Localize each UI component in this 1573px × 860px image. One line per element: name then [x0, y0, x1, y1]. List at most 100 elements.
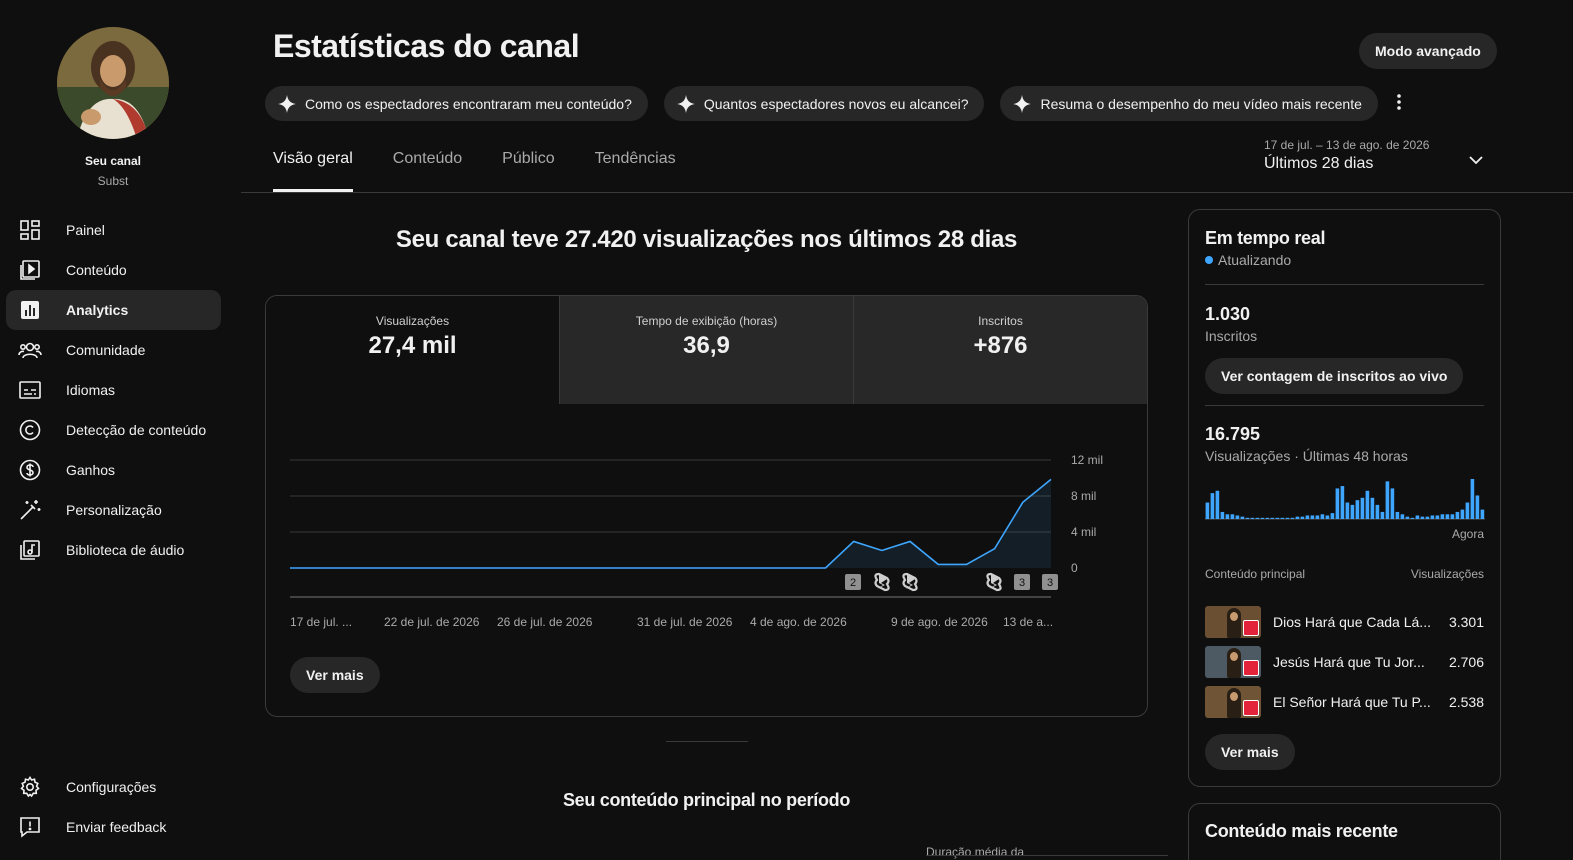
metric-views[interactable]: Visualizações 27,4 mil	[266, 296, 559, 404]
sidebar-item-deteccao[interactable]: Detecção de conteúdo	[6, 410, 221, 450]
tab-tendencias[interactable]: Tendências	[595, 150, 676, 192]
realtime-top-content: Dios Hará que Cada Lá... 3.301 Jesús Har…	[1205, 602, 1484, 722]
realtime-bar	[1265, 517, 1270, 519]
metric-subscribers[interactable]: Inscritos +876	[853, 296, 1147, 404]
realtime-bar	[1280, 517, 1285, 519]
realtime-bar	[1225, 514, 1230, 519]
feedback-icon	[18, 815, 42, 839]
shorts-marker-icon	[986, 572, 1002, 592]
date-range-text: 17 de jul. – 13 de ago. de 2026	[1264, 138, 1430, 152]
x-tick-label: 26 de jul. de 2026	[497, 615, 593, 629]
suggestion-chip[interactable]: Resuma o desempenho do meu vídeo mais re…	[1000, 86, 1378, 121]
chart-svg: 0 4 mil 8 mil 12 mil 2 3 3 17 de jul. ... 22 de …	[290, 453, 1103, 629]
realtime-bar	[1470, 479, 1475, 519]
sidebar-item-biblioteca-audio[interactable]: Biblioteca de áudio	[6, 530, 221, 570]
sidebar-item-feedback[interactable]: Enviar feedback	[6, 807, 221, 847]
realtime-bar	[1415, 515, 1420, 519]
realtime-bar	[1330, 513, 1335, 519]
video-thumbnail	[1205, 646, 1261, 678]
sidebar-item-label: Enviar feedback	[66, 819, 167, 835]
see-more-button[interactable]: Ver mais	[290, 657, 380, 693]
live-subscriber-count-button[interactable]: Ver contagem de inscritos ao vivo	[1205, 358, 1464, 394]
realtime-card: Em tempo real Atualizando 1.030 Inscrito…	[1188, 209, 1501, 787]
suggestion-chip[interactable]: Como os espectadores encontraram meu con…	[265, 86, 648, 121]
metric-value: 36,9	[683, 332, 730, 359]
realtime-bar	[1295, 516, 1300, 519]
sidebar-item-comunidade[interactable]: Comunidade	[6, 330, 221, 370]
realtime-bar	[1320, 514, 1325, 519]
sidebar-item-painel[interactable]: Painel	[6, 210, 221, 250]
realtime-views-label: Visualizações · Últimas 48 horas	[1205, 448, 1408, 464]
channel-name: Seu canal	[84, 154, 142, 168]
suggestion-chip[interactable]: Quantos espectadores novos eu alcancei?	[663, 86, 985, 121]
metric-watch-time[interactable]: Tempo de exibição (horas) 36,9	[559, 296, 853, 404]
sidebar-item-configuracoes[interactable]: Configurações	[6, 767, 221, 807]
sidebar-item-ganhos[interactable]: Ganhos	[6, 450, 221, 490]
realtime-bar	[1210, 493, 1215, 519]
x-tick-label: 17 de jul. ...	[290, 615, 352, 629]
tab-conteudo[interactable]: Conteúdo	[393, 150, 462, 192]
sidebar-item-label: Ganhos	[66, 462, 116, 478]
realtime-bar-chart[interactable]	[1205, 478, 1485, 520]
x-tick-label: 4 de ago. de 2026	[750, 615, 847, 629]
sparkle-icon	[1012, 94, 1032, 114]
realtime-bar	[1250, 517, 1255, 519]
realtime-bar	[1245, 517, 1250, 519]
realtime-bar	[1420, 516, 1425, 519]
tab-publico[interactable]: Público	[502, 150, 554, 192]
list-item[interactable]: Dios Hará que Cada Lá... 3.301	[1205, 602, 1484, 642]
sidebar-item-label: Biblioteca de áudio	[66, 542, 185, 558]
sidebar-item-analytics[interactable]: Analytics	[6, 290, 221, 330]
overview-card: Visualizações 27,4 mil Tempo de exibição…	[265, 295, 1148, 717]
shorts-marker-icon	[874, 572, 890, 592]
realtime-bar	[1375, 504, 1380, 519]
content-icon	[18, 258, 42, 282]
realtime-subs-value: 1.030	[1205, 304, 1251, 324]
realtime-bar	[1290, 517, 1295, 519]
advanced-mode-button[interactable]: Modo avançado	[1359, 33, 1497, 69]
sidebar-nav: Painel Conteúdo Analytics Comunidade Idi…	[6, 210, 221, 570]
realtime-bar	[1370, 497, 1375, 519]
realtime-bar	[1430, 515, 1435, 519]
realtime-bar	[1360, 497, 1365, 519]
dollar-icon	[18, 458, 42, 482]
video-thumbnail	[1205, 686, 1261, 718]
live-dot-icon	[1205, 256, 1213, 264]
video-title: Jesús Hará que Tu Jor...	[1273, 654, 1425, 670]
recent-content-title: Conteúdo mais recente	[1205, 821, 1398, 841]
audio-library-icon	[18, 538, 42, 562]
realtime-table-header: Conteúdo principal Visualizações	[1205, 567, 1484, 581]
channel-avatar[interactable]	[57, 27, 169, 139]
list-item[interactable]: Jesús Hará que Tu Jor... 2.706	[1205, 642, 1484, 682]
event-marker-count: 3	[1047, 577, 1053, 589]
x-tick-label: 9 de ago. de 2026	[891, 615, 988, 629]
sidebar-item-idiomas[interactable]: Idiomas	[6, 370, 221, 410]
studio-analytics-page: Seu canal Subst Painel Conteúdo Analytic…	[0, 0, 1573, 860]
realtime-now-label: Agora	[1451, 527, 1484, 541]
x-tick-label: 31 de jul. de 2026	[637, 615, 733, 629]
date-range-picker[interactable]: 17 de jul. – 13 de ago. de 2026 Últimos …	[1264, 138, 1486, 173]
views-line-chart[interactable]: 0 4 mil 8 mil 12 mil 2 3 3 17 de jul. ... 22 de …	[266, 404, 1147, 634]
sidebar-item-label: Painel	[66, 222, 105, 238]
realtime-bar	[1460, 509, 1465, 519]
list-item[interactable]: El Señor Hará que Tu P... 2.538	[1205, 682, 1484, 722]
tab-visao-geral[interactable]: Visão geral	[273, 150, 353, 192]
sidebar-item-personalizacao[interactable]: Personalização	[6, 490, 221, 530]
more-vertical-icon[interactable]	[1389, 92, 1409, 112]
sidebar-item-conteudo[interactable]: Conteúdo	[6, 250, 221, 290]
realtime-see-more-button[interactable]: Ver mais	[1205, 734, 1295, 770]
chart-area-fill	[290, 479, 1051, 568]
metric-value: 27,4 mil	[368, 332, 457, 359]
sidebar-item-label: Comunidade	[66, 342, 146, 358]
recent-content-card: Conteúdo mais recente	[1188, 803, 1501, 860]
page-title: Estatísticas do canal	[273, 28, 580, 64]
metric-tabs: Visualizações 27,4 mil Tempo de exibição…	[266, 296, 1147, 404]
analytics-icon	[18, 298, 42, 322]
video-title: Dios Hará que Cada Lá...	[1273, 614, 1431, 630]
video-title: El Señor Hará que Tu P...	[1273, 694, 1431, 710]
realtime-bar	[1315, 515, 1320, 519]
sidebar-item-label: Analytics	[66, 302, 129, 318]
realtime-bar	[1335, 488, 1340, 519]
realtime-bar	[1385, 481, 1390, 519]
sidebar-nav-bottom: Configurações Enviar feedback	[6, 767, 221, 847]
